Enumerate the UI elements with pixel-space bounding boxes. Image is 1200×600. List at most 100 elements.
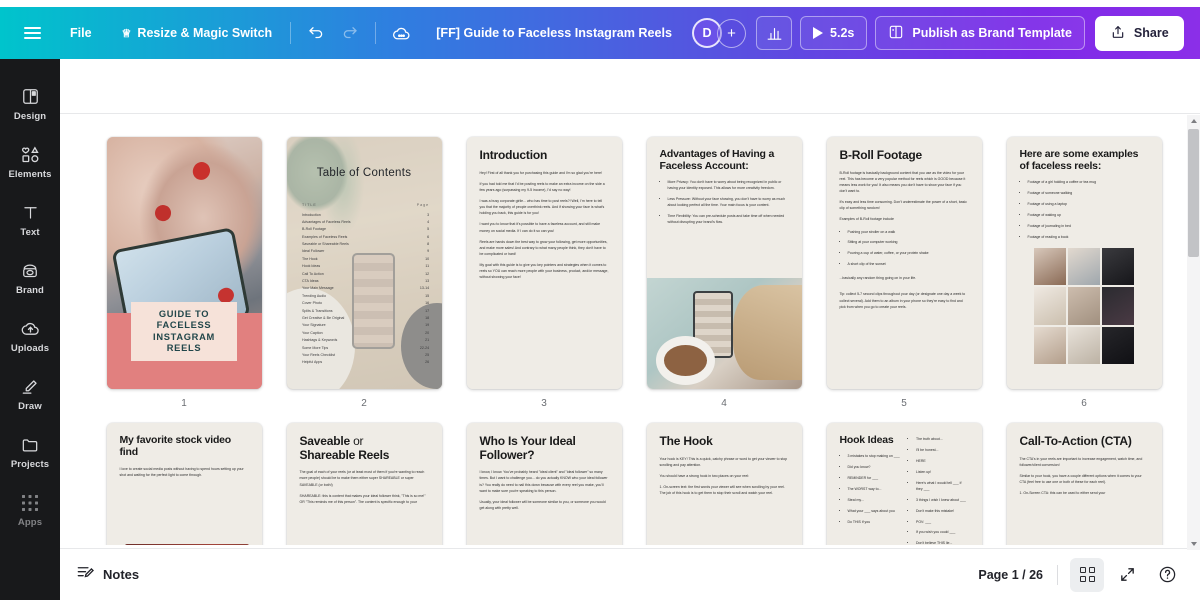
scrollbar-thumb[interactable] xyxy=(1188,129,1199,257)
page-thumbnail-8[interactable]: Saveable or Shareable Reels The goal of … xyxy=(286,423,442,545)
toc-row-page: 12 xyxy=(425,271,430,276)
share-icon xyxy=(1110,24,1126,43)
page-body-2: ...basically any random thing going on i… xyxy=(840,275,969,310)
page-cell[interactable]: GUIDE TO FACELESS INSTAGRAM REELS 1 xyxy=(94,137,274,409)
page-heading: The Hook xyxy=(659,434,713,448)
page-thumbnail-1[interactable]: GUIDE TO FACELESS INSTAGRAM REELS xyxy=(106,137,262,389)
scroll-up-icon[interactable] xyxy=(1190,119,1197,123)
sidebar-item-draw[interactable]: Draw xyxy=(0,365,60,423)
canva-editor-window: File ♕ Resize & Magic Switch [FF] Guide … xyxy=(0,0,1200,600)
file-menu-button[interactable]: File xyxy=(58,16,104,50)
resize-magic-switch-button[interactable]: ♕ Resize & Magic Switch xyxy=(112,16,283,50)
sidebar-item-projects[interactable]: Projects xyxy=(0,423,60,481)
contextual-toolbar xyxy=(60,59,1200,114)
sidebar-item-brand[interactable]: Brand xyxy=(0,249,60,307)
vertical-scrollbar[interactable] xyxy=(1187,115,1200,550)
sidebar-item-elements[interactable]: Elements xyxy=(0,133,60,191)
sidebar-item-text[interactable]: Text xyxy=(0,191,60,249)
hamburger-menu-icon[interactable] xyxy=(10,13,54,53)
paragraph: Similar to your hook, you have a couple … xyxy=(1019,473,1142,485)
toc-row-page: 4 xyxy=(427,219,430,224)
column-right: The truth about... I'll be honest... HER… xyxy=(908,435,969,545)
play-icon xyxy=(813,27,824,39)
insights-icon[interactable] xyxy=(756,16,793,50)
brand-template-icon xyxy=(888,24,904,43)
page-number: 1 xyxy=(181,398,187,409)
page-number: 3 xyxy=(541,398,547,409)
share-button[interactable]: Share xyxy=(1094,15,1184,51)
toc-row-title: Splits & Transitions xyxy=(302,308,333,313)
page-grid-view[interactable]: GUIDE TO FACELESS INSTAGRAM REELS 1 Tabl… xyxy=(60,115,1200,545)
divider xyxy=(1057,564,1058,585)
page-cell[interactable]: Here are some examples of faceless reels… xyxy=(994,137,1174,409)
text-icon xyxy=(21,202,40,223)
page-cell[interactable]: Introduction Hey! First of all thank you… xyxy=(454,137,634,409)
page-cell[interactable]: Hook Ideas 3 mistakes to stop making on … xyxy=(814,423,994,545)
page-thumbnail-6[interactable]: Here are some examples of faceless reels… xyxy=(1006,137,1162,389)
scroll-down-icon[interactable] xyxy=(1190,542,1197,546)
page-cell[interactable]: Call-To-Action (CTA) The CTA's in your r… xyxy=(994,423,1174,545)
page-cell[interactable]: Table of Contents TITLE Page Introductio… xyxy=(274,137,454,409)
bullet: Footage of someone walking xyxy=(1028,191,1149,197)
left-sidebar: Design Elements Text Brand Uploads Draw … xyxy=(0,59,60,600)
grid-photo xyxy=(1101,287,1134,325)
page-heading: B-Roll Footage xyxy=(839,148,923,162)
decor xyxy=(153,203,172,223)
publish-brand-template-button[interactable]: Publish as Brand Template xyxy=(875,16,1085,50)
reel-examples-grid xyxy=(1034,247,1134,364)
page-cell[interactable]: Who Is Your Ideal Follower? I know, I kn… xyxy=(454,423,634,545)
page-cell[interactable]: The Hook Your hook is KEY! This is a qui… xyxy=(634,423,814,545)
paragraph: The goal of each of your reels (or at le… xyxy=(299,470,425,487)
page-cell[interactable]: My favorite stock video find I love to c… xyxy=(94,423,274,545)
sidebar-item-label: Design xyxy=(13,111,47,122)
page-thumbnail-4[interactable]: Advantages of Having a Faceless Account:… xyxy=(646,137,802,389)
page-content: The Hook Your hook is KEY! This is a qui… xyxy=(646,423,802,545)
cover-title: GUIDE TO FACELESS INSTAGRAM REELS xyxy=(153,308,215,353)
page-thumbnail-11[interactable]: Hook Ideas 3 mistakes to stop making on … xyxy=(826,423,982,545)
undo-icon[interactable] xyxy=(299,16,333,50)
toc-row-title: Helpful Apps xyxy=(302,360,323,365)
present-button[interactable]: 5.2s xyxy=(800,16,868,50)
cloud-saved-icon[interactable] xyxy=(384,16,418,50)
toc-row-title: Your Signature xyxy=(302,323,326,328)
toc-row-page: 22-24 xyxy=(419,345,430,350)
sidebar-item-uploads[interactable]: Uploads xyxy=(0,307,60,365)
toc-row-title: Cover Photo xyxy=(302,301,322,306)
paragraph: I love to create social media posts with… xyxy=(119,466,244,478)
help-icon[interactable] xyxy=(1150,558,1184,592)
page-cell[interactable]: Saveable or Shareable Reels The goal of … xyxy=(274,423,454,545)
document-title[interactable]: [FF] Guide to Faceless Instagram Reels xyxy=(422,16,686,50)
toc-row-page: 20 xyxy=(425,330,430,335)
page-thumbnail-12[interactable]: Call-To-Action (CTA) The CTA's in your r… xyxy=(1006,423,1162,545)
bullet: Sitting at your computer working xyxy=(848,240,969,246)
redo-icon[interactable] xyxy=(333,16,367,50)
toc-row-title: Your Reels Checklist xyxy=(302,352,336,357)
page-thumbnail-2[interactable]: Table of Contents TITLE Page Introductio… xyxy=(286,137,442,389)
video-screenshot: The best free stock videos shared by the… xyxy=(125,543,250,545)
page-thumbnail-3[interactable]: Introduction Hey! First of all thank you… xyxy=(466,137,622,389)
expand-icon[interactable] xyxy=(1110,558,1144,592)
bullet: Steal my... xyxy=(848,498,901,504)
bullet: A short clip of the sunset xyxy=(848,262,969,268)
toc-row-title: CTA Ideas xyxy=(302,279,319,284)
page-thumbnail-9[interactable]: Who Is Your Ideal Follower? I know, I kn… xyxy=(466,423,622,545)
page-heading: Advantages of Having a Faceless Account: xyxy=(659,148,775,172)
grid-view-icon[interactable] xyxy=(1070,557,1104,592)
sidebar-item-apps[interactable]: Apps xyxy=(0,481,60,539)
page-cell[interactable]: Advantages of Having a Faceless Account:… xyxy=(634,137,814,409)
page-thumbnail-7[interactable]: My favorite stock video find I love to c… xyxy=(106,423,262,545)
toc-row-page: 10 xyxy=(425,256,430,261)
notes-button[interactable]: Notes xyxy=(76,563,139,587)
grid-photo xyxy=(1034,287,1067,325)
paragraph: Hey! First of all thank you for purchasi… xyxy=(479,170,603,175)
page-thumbnail-10[interactable]: The Hook Your hook is KEY! This is a qui… xyxy=(646,423,802,545)
sidebar-item-design[interactable]: Design xyxy=(0,75,60,133)
bullet: REMINDER for ___ xyxy=(848,476,901,482)
page-cell[interactable]: B-Roll Footage B-Roll footage is basical… xyxy=(814,137,994,409)
toc-col-title: TITLE xyxy=(302,202,317,207)
crown-icon: ♕ xyxy=(121,27,132,40)
heading-part-or: or xyxy=(349,434,364,448)
page-thumbnail-5[interactable]: B-Roll Footage B-Roll footage is basical… xyxy=(826,137,982,389)
page-body: Hey! First of all thank you for purchasi… xyxy=(480,170,609,281)
add-collaborator-button[interactable]: + xyxy=(717,18,747,48)
